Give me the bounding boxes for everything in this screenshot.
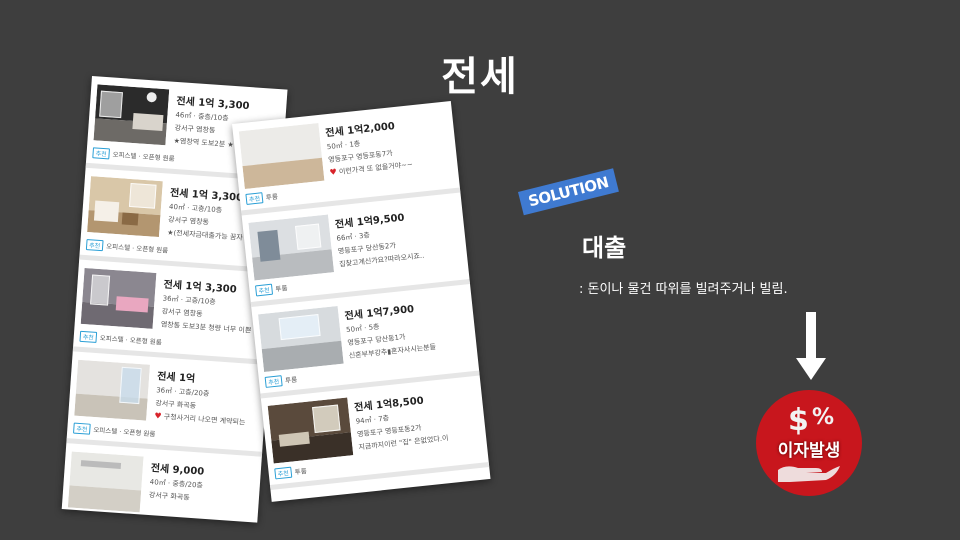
recommend-badge: 추천 [274,466,293,480]
listing-tags: 투룸 [275,284,288,294]
listing-photo [238,122,325,190]
listing-tags: 투룸 [284,375,298,385]
listing-item[interactable]: 전세 1억 3,300 36㎡ · 고층/10층 강서구 염창동 염창동 도보3… [72,259,275,365]
loan-title: 대출 [582,234,627,262]
listing-photo [80,267,157,329]
listing-tags: 오피스텔 · 오픈형 원룸 [112,150,175,163]
solution-tag: SOLUTION [518,168,619,216]
arrow-down-icon [796,312,826,380]
listing-tags: 오피스텔 · 오픈형 원룸 [93,425,156,439]
listing-tags: 투룸 [265,192,279,202]
listing-panel-right[interactable]: 전세 1억2,000 50㎡ · 1층 영등포구 영등포동7가 ♥ 이런가격 또… [232,101,491,502]
listing-tags: 오피스텔 · 오픈형 원룸 [99,334,162,347]
listing-item[interactable]: 전세 1억 36㎡ · 고층/20층 강서구 화곡동 ♥ 구청사거리 나오면 계… [66,351,269,457]
recommend-badge: 추천 [92,147,111,160]
listing-photo [67,451,144,513]
svg-text:%: % [812,405,834,430]
listing-photo [74,359,150,421]
listing-photo [248,214,335,281]
listing-photo [93,84,170,146]
hand-icon [778,466,840,482]
recommend-badge: 추천 [255,283,274,297]
recommend-badge: 추천 [79,330,98,343]
recommend-badge: 추천 [73,422,91,435]
loan-description: : 돈이나 물건 따위를 빌려주거나 빌림. [579,282,788,297]
heart-icon: ♥ [154,411,162,421]
interest-badge: $ % 이자발생 [756,390,862,496]
listing-photo [267,397,354,464]
heart-icon: ♥ [329,167,338,178]
listing-photo [258,305,344,373]
listing-photo [87,176,163,238]
listing-tags: 투룸 [294,467,308,477]
listing-tags: 오피스텔 · 오픈형 원룸 [105,242,169,255]
listing-item[interactable]: 전세 9,000 40㎡ · 중층/20층 강서구 화곡동 [61,443,262,523]
money-percent-icon: $ % [788,403,834,438]
recommend-badge: 추천 [245,192,264,205]
recommend-badge: 추천 [264,375,283,388]
svg-text:$: $ [788,403,809,438]
recommend-badge: 추천 [85,239,104,252]
